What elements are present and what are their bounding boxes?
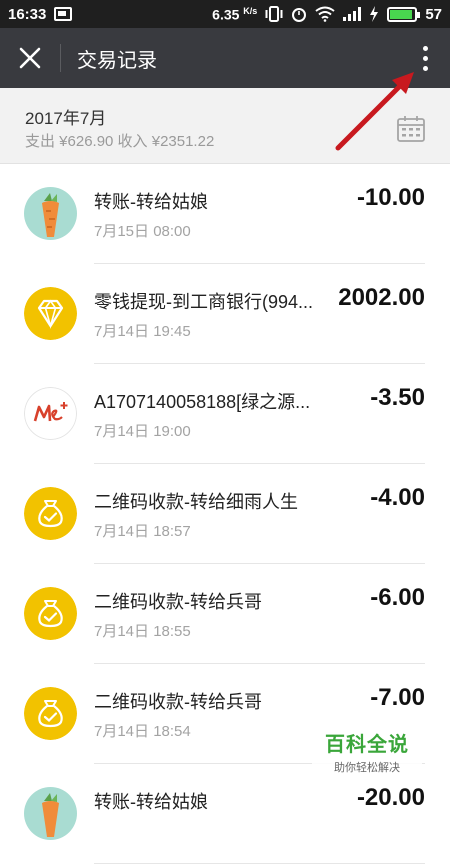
transaction-amount: -20.00	[356, 784, 425, 811]
notification-icon	[54, 7, 73, 21]
watermark-main-text: 百科全说	[325, 734, 409, 756]
month-title: 2017年7月	[25, 109, 107, 128]
watermark-sub-text: 助你轻松解决	[334, 762, 400, 774]
alarm-icon	[292, 8, 307, 22]
money-bag-icon	[24, 487, 77, 540]
transaction-amount: -10.00	[356, 184, 425, 211]
status-bar: 16:33 6.35 K/s 57	[0, 0, 450, 28]
transaction-date: 7月14日 19:00	[94, 423, 191, 440]
network-speed: 6.35 K/s	[212, 6, 257, 23]
header-divider	[60, 44, 61, 72]
transaction-date: 7月15日 08:00	[94, 223, 191, 240]
transaction-title: 二维码收款-转给兵哥	[94, 692, 262, 712]
transaction-title: 转账-转给姑娘	[94, 192, 208, 212]
month-totals: 支出 ¥626.90 收入 ¥2351.22	[25, 133, 215, 150]
wifi-icon	[315, 6, 335, 22]
transaction-amount: 2002.00	[338, 284, 425, 311]
network-speed-unit: K/s	[243, 5, 258, 16]
more-menu-button[interactable]	[400, 28, 450, 88]
status-right: 6.35 K/s 57	[212, 6, 442, 23]
page-title: 交易记录	[77, 49, 157, 72]
transaction-date: 7月14日 19:45	[94, 323, 191, 340]
close-button[interactable]	[0, 28, 60, 88]
transaction-title: 零钱提现-到工商银行(994...	[94, 292, 314, 312]
status-time: 16:33	[8, 5, 47, 23]
vibrate-icon	[265, 6, 283, 22]
transaction-row[interactable]: 转账-转给姑娘 -20.00	[0, 764, 450, 864]
transaction-row[interactable]: A1707140058188[绿之源... 7月14日 19:00 -3.50	[0, 364, 450, 464]
transaction-amount: -6.00	[370, 584, 425, 611]
transaction-amount: -3.50	[370, 384, 425, 411]
transaction-date: 7月14日 18:55	[94, 623, 191, 640]
battery-level: 57	[425, 5, 442, 23]
transaction-row[interactable]: 二维码收款-转给兵哥 7月14日 18:55 -6.00	[0, 564, 450, 664]
merchant-logo-icon	[24, 387, 77, 440]
transaction-row[interactable]: 二维码收款-转给细雨人生 7月14日 18:57 -4.00	[0, 464, 450, 564]
transaction-title: 转账-转给姑娘	[94, 792, 208, 812]
month-summary-header: 2017年7月 支出 ¥626.90 收入 ¥2351.22	[0, 88, 450, 164]
transaction-row[interactable]: 零钱提现-到工商银行(994... 7月14日 19:45 2002.00	[0, 264, 450, 364]
transaction-date: 7月14日 18:54	[94, 723, 191, 740]
charging-icon	[370, 6, 379, 22]
watermark-logo: 百科全说 助你轻松解决	[312, 728, 422, 776]
transaction-title: A1707140058188[绿之源...	[94, 392, 311, 412]
carrot-avatar-icon	[24, 187, 77, 240]
close-icon	[19, 47, 41, 69]
transaction-amount: -4.00	[370, 484, 425, 511]
network-speed-value: 6.35	[212, 6, 240, 23]
transaction-amount: -7.00	[370, 684, 425, 711]
signal-icon	[343, 7, 362, 21]
money-bag-icon	[24, 687, 77, 740]
transaction-title: 二维码收款-转给兵哥	[94, 592, 262, 612]
money-bag-icon	[24, 587, 77, 640]
more-vertical-icon-dot	[422, 45, 428, 51]
carrot-avatar-icon	[24, 787, 77, 840]
transaction-title: 二维码收款-转给细雨人生	[94, 492, 298, 512]
more-vertical-icon-dot	[422, 55, 428, 61]
diamond-icon	[24, 287, 77, 340]
transaction-row[interactable]: 转账-转给姑娘 7月15日 08:00 -10.00	[0, 164, 450, 264]
calendar-icon[interactable]	[396, 114, 426, 144]
battery-icon	[387, 6, 421, 22]
transaction-date: 7月14日 18:57	[94, 523, 191, 540]
top-app-bar: 交易记录	[0, 28, 450, 88]
more-vertical-icon-dot	[422, 65, 428, 71]
